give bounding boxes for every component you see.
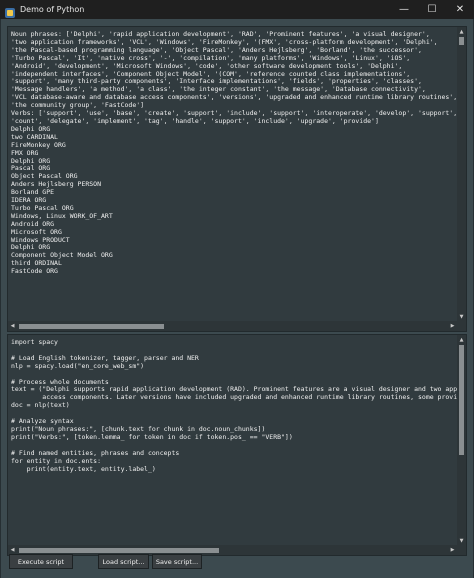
window-controls: — ☐ ✕ xyxy=(390,0,474,19)
output-line: 'Android', 'development', 'Microsoft Win… xyxy=(11,61,403,70)
output-line: Microsoft ORG xyxy=(11,227,62,236)
editor-horizontal-scrollbar[interactable]: ◀ ▶ xyxy=(8,545,457,555)
output-text-area[interactable]: Noun phrases: ['Delphi', 'rapid applicat… xyxy=(8,27,457,321)
output-line: FMX ORG xyxy=(11,148,39,157)
output-line: FastCode ORG xyxy=(11,267,58,276)
output-line: Anders Hejlsberg PERSON xyxy=(11,180,102,189)
scrollbar-thumb[interactable] xyxy=(19,548,219,553)
output-line: FireMonkey ORG xyxy=(11,140,66,149)
script-line: doc = nlp(text) xyxy=(11,401,70,410)
script-line: print(entity.text, entity.label_) xyxy=(26,464,156,473)
output-line: Delphi ORG xyxy=(11,243,51,252)
output-line: Windows PRODUCT xyxy=(11,235,70,244)
scroll-down-arrow-icon[interactable]: ▼ xyxy=(457,312,466,321)
script-line: import spacy xyxy=(11,338,58,346)
script-line: # Load English tokenizer, tagger, parser… xyxy=(11,353,199,362)
output-line: third ORDINAL xyxy=(11,259,62,268)
output-line: 'Message handlers', 'a method', 'a class… xyxy=(11,85,426,94)
output-line: 'the Pascal-based programming language',… xyxy=(11,45,422,54)
close-button[interactable]: ✕ xyxy=(446,0,474,19)
output-line: Turbo Pascal ORG xyxy=(11,203,74,212)
script-text: import spacy # Load English tokenizer, t… xyxy=(11,338,457,473)
output-line: Component Object Model ORG xyxy=(11,251,113,260)
main-window-client: Noun phrases: ['Delphi', 'rapid applicat… xyxy=(0,19,474,578)
minimize-button[interactable]: — xyxy=(390,0,418,19)
output-line: Object Pascal ORG xyxy=(11,172,78,181)
script-editor[interactable]: import spacy # Load English tokenizer, t… xyxy=(7,334,467,556)
editor-text-area[interactable]: import spacy # Load English tokenizer, t… xyxy=(8,335,457,545)
scrollbar-thumb[interactable] xyxy=(459,345,464,455)
script-line: # Process whole documents xyxy=(11,377,109,386)
output-horizontal-scrollbar[interactable]: ◀ ▶ xyxy=(8,321,457,331)
output-line: IDERA ORG xyxy=(11,196,47,205)
output-line: 'Turbo Pascal', 'It', 'native cross', '-… xyxy=(11,53,411,62)
output-line: Android ORG xyxy=(11,219,55,228)
script-line: # Analyze syntax xyxy=(11,417,74,426)
script-line: print("Verbs:", [token.lemma_ for token … xyxy=(11,432,293,441)
output-line: 'the community group', 'FastCode'] xyxy=(11,101,145,110)
window-title: Demo of Python xyxy=(20,5,85,14)
script-line: for entity in doc.ents: xyxy=(11,456,102,465)
scroll-left-arrow-icon[interactable]: ◀ xyxy=(8,321,17,331)
load-script-button[interactable]: Load script... xyxy=(98,554,149,569)
output-line: Pascal ORG xyxy=(11,164,51,173)
scroll-right-arrow-icon[interactable]: ▶ xyxy=(448,545,457,555)
output-line: Delphi ORG xyxy=(11,156,51,165)
output-line: Windows, Linux WORK_OF_ART xyxy=(11,211,113,220)
output-line: Borland GPE xyxy=(11,188,55,197)
output-line: 'two application frameworks', 'VCL', 'Wi… xyxy=(11,37,438,46)
scrollbar-corner xyxy=(457,321,466,331)
output-line: Verbs: ['support', 'use', 'base', 'creat… xyxy=(11,109,457,118)
output-memo[interactable]: Noun phrases: ['Delphi', 'rapid applicat… xyxy=(7,26,467,332)
scroll-up-arrow-icon[interactable]: ▲ xyxy=(457,335,466,344)
output-line: 'support', 'many third-party components'… xyxy=(11,77,422,86)
output-line: 'VCL database-aware and database access … xyxy=(11,93,457,102)
script-line: # Find named entities, phrases and conce… xyxy=(11,448,180,457)
scrollbar-thumb[interactable] xyxy=(459,37,464,45)
output-line: Noun phrases: ['Delphi', 'rapid applicat… xyxy=(11,30,430,38)
scrollbar-thumb[interactable] xyxy=(19,324,164,329)
scrollbar-corner xyxy=(457,545,466,555)
output-text: Noun phrases: ['Delphi', 'rapid applicat… xyxy=(11,30,457,276)
scroll-up-arrow-icon[interactable]: ▲ xyxy=(457,27,466,36)
script-line: nlp = spacy.load("en_core_web_sm") xyxy=(11,361,145,370)
python-app-icon xyxy=(4,4,16,18)
script-line: print("Noun phrases:", [chunk.text for c… xyxy=(11,424,266,433)
script-line: access components. Later versions have i… xyxy=(42,393,457,402)
script-line: text = ("Delphi supports rapid applicati… xyxy=(11,385,457,394)
scroll-right-arrow-icon[interactable]: ▶ xyxy=(448,321,457,331)
output-vertical-scrollbar[interactable]: ▲ ▼ xyxy=(457,27,466,321)
scroll-down-arrow-icon[interactable]: ▼ xyxy=(457,536,466,545)
output-line: 'independent interfaces', 'Component Obj… xyxy=(11,69,411,78)
maximize-button[interactable]: ☐ xyxy=(418,0,446,19)
output-line: 'count', 'delegate', 'implement', 'tag',… xyxy=(11,116,379,125)
editor-vertical-scrollbar[interactable]: ▲ ▼ xyxy=(457,335,466,545)
output-line: Delphi ORG xyxy=(11,124,51,133)
title-bar: Demo of Python — ☐ ✕ xyxy=(0,0,474,19)
save-script-button[interactable]: Save script... xyxy=(152,554,202,569)
output-line: two CARDINAL xyxy=(11,132,58,141)
execute-script-button[interactable]: Execute script xyxy=(9,554,73,569)
